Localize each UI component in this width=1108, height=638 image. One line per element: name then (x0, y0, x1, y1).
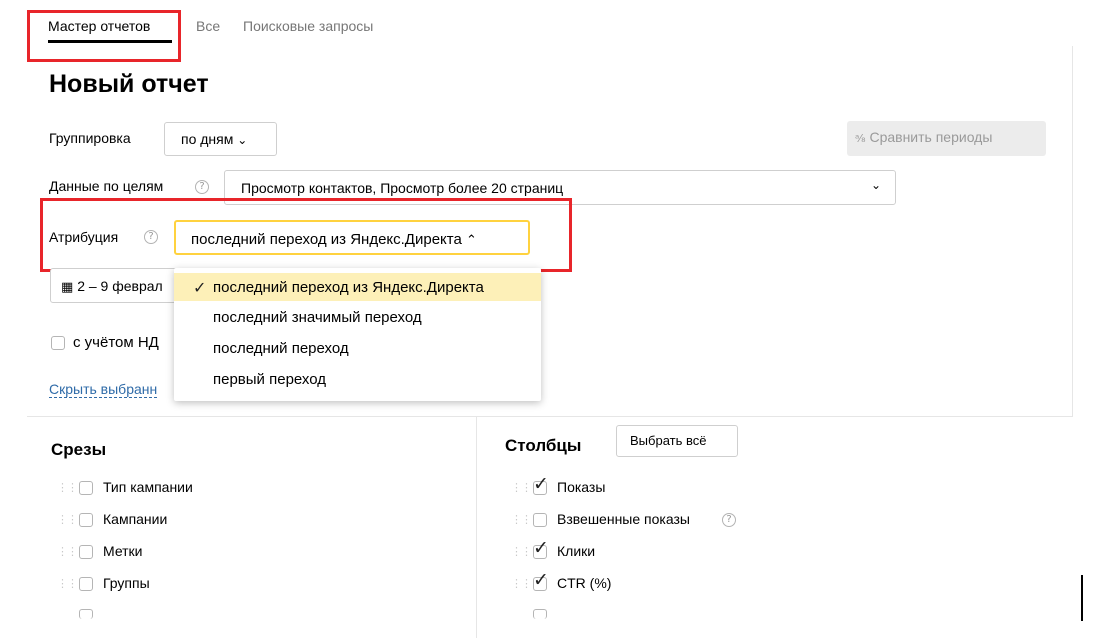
text-cursor (1081, 575, 1083, 621)
option-label: первый переход (213, 371, 327, 388)
vat-checkbox[interactable] (51, 336, 65, 350)
grouping-select[interactable]: по дням ⌄ (164, 122, 277, 156)
compare-icon: ᵃ⁄₈ (855, 132, 866, 145)
grouping-value: по дням (181, 131, 234, 147)
column-label: Взвешенные показы (557, 511, 690, 527)
check-icon: ✓ (533, 537, 549, 559)
hide-selected-link[interactable]: Скрыть выбранн (49, 381, 158, 398)
annotation-box-tabs (27, 10, 181, 62)
date-range-picker[interactable]: ▦ 2 – 9 феврал (50, 268, 180, 303)
slice-checkbox-partial[interactable] (79, 609, 93, 619)
slices-title: Срезы (51, 440, 107, 459)
chevron-down-icon: ⌄ (870, 178, 881, 192)
slice-checkbox[interactable] (79, 545, 93, 559)
drag-handle-icon[interactable]: ⋮⋮ (511, 546, 532, 557)
tab-search-queries[interactable]: Поисковые запросы (243, 18, 373, 34)
compare-periods-button[interactable]: ᵃ⁄₈ Сравнить периоды (847, 121, 1046, 156)
attribution-option-direct[interactable]: ✓ последний переход из Яндекс.Директа (174, 273, 541, 301)
drag-handle-icon[interactable]: ⋮⋮ (511, 514, 532, 525)
slice-checkbox[interactable] (79, 577, 93, 591)
slice-checkbox[interactable] (79, 513, 93, 527)
column-label: CTR (%) (557, 575, 612, 591)
slice-label: Кампании (103, 511, 168, 527)
attribution-option-last[interactable]: последний переход (174, 334, 541, 362)
help-icon[interactable]: ? (722, 513, 736, 527)
page-title: Новый отчет (49, 70, 209, 98)
slice-label: Метки (103, 543, 143, 559)
check-icon: ✓ (533, 473, 549, 495)
drag-handle-icon[interactable]: ⋮⋮ (511, 578, 532, 589)
drag-handle-icon[interactable]: ⋮⋮ (57, 546, 78, 557)
slice-label: Группы (103, 575, 150, 591)
drag-handle-icon[interactable]: ⋮⋮ (511, 482, 532, 493)
attribution-option-first[interactable]: первый переход (174, 365, 541, 393)
check-icon: ✓ (533, 569, 549, 591)
check-icon: ✓ (193, 278, 207, 297)
drag-handle-icon[interactable]: ⋮⋮ (57, 514, 78, 525)
column-divider (476, 417, 477, 638)
option-label: последний переход из Яндекс.Директа (213, 279, 484, 296)
drag-handle-icon[interactable]: ⋮⋮ (57, 578, 78, 589)
slice-label: Тип кампании (103, 479, 193, 495)
attribution-dropdown: ✓ последний переход из Яндекс.Директа по… (174, 268, 541, 401)
slice-checkbox[interactable] (79, 481, 93, 495)
date-range-value: 2 – 9 феврал (77, 278, 163, 294)
tab-all[interactable]: Все (196, 18, 220, 34)
calendar-icon: ▦ (61, 280, 74, 295)
goals-value: Просмотр контактов, Просмотр более 20 ст… (241, 180, 564, 196)
columns-title: Столбцы (505, 436, 582, 455)
select-all-label: Выбрать всё (630, 433, 707, 448)
attribution-option-last-significant[interactable]: последний значимый переход (174, 303, 541, 331)
goals-label: Данные по целям (49, 178, 164, 194)
column-label: Клики (557, 543, 596, 559)
help-icon[interactable]: ? (195, 180, 209, 194)
annotation-box-attribution (40, 198, 572, 272)
drag-handle-icon[interactable]: ⋮⋮ (57, 482, 78, 493)
column-label: Показы (557, 479, 606, 495)
column-checkbox-partial[interactable] (533, 609, 547, 619)
panel-divider (27, 416, 1073, 417)
compare-periods-label: Сравнить периоды (869, 129, 993, 145)
grouping-label: Группировка (49, 130, 131, 146)
panel-border-right (1072, 46, 1073, 416)
column-checkbox[interactable] (533, 513, 547, 527)
vat-label: с учётом НД (73, 334, 159, 351)
chevron-down-icon: ⌄ (237, 133, 248, 147)
option-label: последний значимый переход (213, 309, 422, 326)
option-label: последний переход (213, 340, 349, 357)
select-all-button[interactable]: Выбрать всё (616, 425, 738, 457)
